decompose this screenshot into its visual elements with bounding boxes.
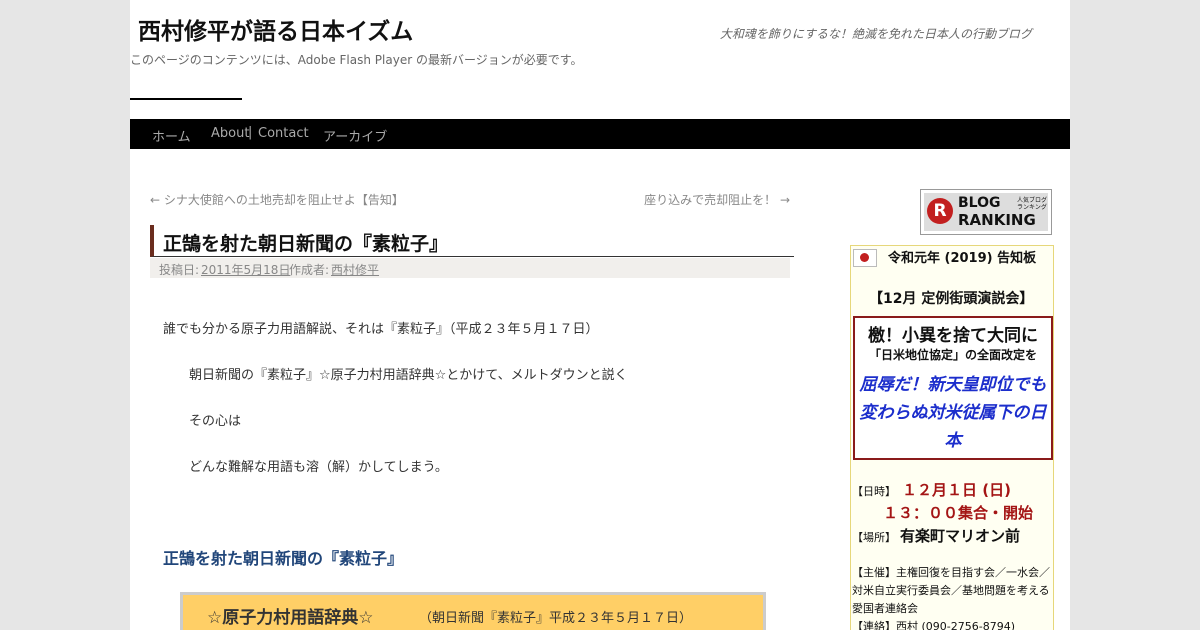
nav-item-home[interactable]: ホーム (152, 126, 191, 145)
contact-text: 【連絡】西村 (090-2756-8794) (852, 620, 1016, 630)
dictionary-box: ☆原子力村用語辞典☆ （朝日新聞『素粒子』平成２３年５月１７日） (180, 592, 766, 630)
notice-title: 令和元年 (2019) 告知板 (888, 251, 1037, 266)
paragraph: その心は (189, 414, 242, 429)
site-title[interactable]: 西村修平が語る日本イズム (138, 12, 413, 46)
meta-posted-label: 投稿日: (159, 263, 200, 277)
site-description: 大和魂を飾りにするな！絶滅を免れた日本人の行動ブログ (719, 27, 1032, 41)
organizer-text: 【主催】主権回復を目指す会／一水会／対米自立実行委員会／基地問題を考える愛国者連… (852, 566, 1050, 615)
event-slogan-box: 檄！小異を捨て大同に 「日米地位協定」の全面改定を 屈辱だ！新天皇即位でも変わら… (853, 316, 1053, 460)
blog-ranking-banner[interactable]: R BLOG RANKING 人気ブログランキング (920, 189, 1052, 235)
paragraph: 朝日新聞の『素粒子』☆原子力村用語辞典☆とかけて、メルトダウンと説く (189, 368, 628, 383)
sidebar-notice-board: 令和元年 (2019) 告知板 【12月 定例街頭演説会】 檄！小異を捨て大同に… (850, 245, 1054, 630)
dictionary-source: （朝日新聞『素粒子』平成２３年５月１７日） (419, 611, 693, 626)
nav-item-about[interactable]: About (211, 126, 249, 141)
place-value: 有楽町マリオン前 (900, 527, 1021, 545)
meta-author-link[interactable]: 西村修平 (331, 261, 379, 278)
prev-post-link[interactable]: ← シナ大使館への土地売却を阻止せよ【告知】 (150, 191, 404, 208)
post-meta: 投稿日: 2011年5月18日 作成者: 西村修平 (150, 258, 790, 278)
nav-item-contact[interactable]: Contact (258, 126, 309, 141)
flag-sun (860, 253, 869, 262)
date-value: １２月１日 (日) (902, 481, 1011, 499)
paragraph: どんな難解な用語も溶（解）かしてしまう。 (189, 460, 448, 475)
banner-line2: RANKING (958, 211, 1036, 229)
date-label: 【日時】 (852, 485, 896, 498)
main-nav: ホーム About | Contact アーカイブ (130, 119, 1070, 149)
nav-separator: | (248, 125, 253, 140)
header-divider (130, 98, 242, 100)
banner-tag: 人気ブログランキング (1017, 197, 1048, 211)
post-title-block: 正鵠を射た朝日新聞の『素粒子』 (150, 225, 794, 257)
meta-author-label: 作成者: (289, 263, 330, 277)
meta-date-link[interactable]: 2011年5月18日 (201, 261, 290, 278)
slogan-line3: 屈辱だ！新天皇即位でも変わらぬ対米従属下の日本 (859, 375, 1047, 451)
banner-background: R BLOG RANKING 人気ブログランキング (924, 193, 1048, 231)
slogan-line2: 「日米地位協定」の全面改定を (868, 348, 1037, 362)
next-post-link[interactable]: 座り込みで売却阻止を！ → (644, 191, 790, 208)
blog-ranking-logo-icon: R (927, 198, 953, 224)
page-wrapper: 西村修平が語る日本イズム 大和魂を飾りにするな！絶滅を免れた日本人の行動ブログ … (130, 0, 1070, 630)
flash-player-notice: このページのコンテンツには、Adobe Flash Player の最新バージョ… (130, 53, 583, 67)
post-subheading: 正鵠を射た朝日新聞の『素粒子』 (163, 549, 404, 568)
post-title: 正鵠を射た朝日新聞の『素粒子』 (163, 233, 449, 255)
nav-item-archive[interactable]: アーカイブ (323, 126, 387, 145)
place-label: 【場所】 (852, 531, 896, 544)
dictionary-title: ☆原子力村用語辞典☆ (207, 608, 374, 628)
time-value: １３：００集合・開始 (883, 504, 1034, 522)
paragraph: 誰でも分かる原子力用語解説、それは『素粒子』（平成２３年５月１７日） (163, 322, 599, 337)
japan-flag-icon (853, 249, 877, 267)
banner-line1: BLOG (958, 195, 1001, 211)
slogan-line1: 檄！小異を捨て大同に (868, 326, 1038, 346)
event-title: 【12月 定例街頭演説会】 (869, 291, 1034, 307)
